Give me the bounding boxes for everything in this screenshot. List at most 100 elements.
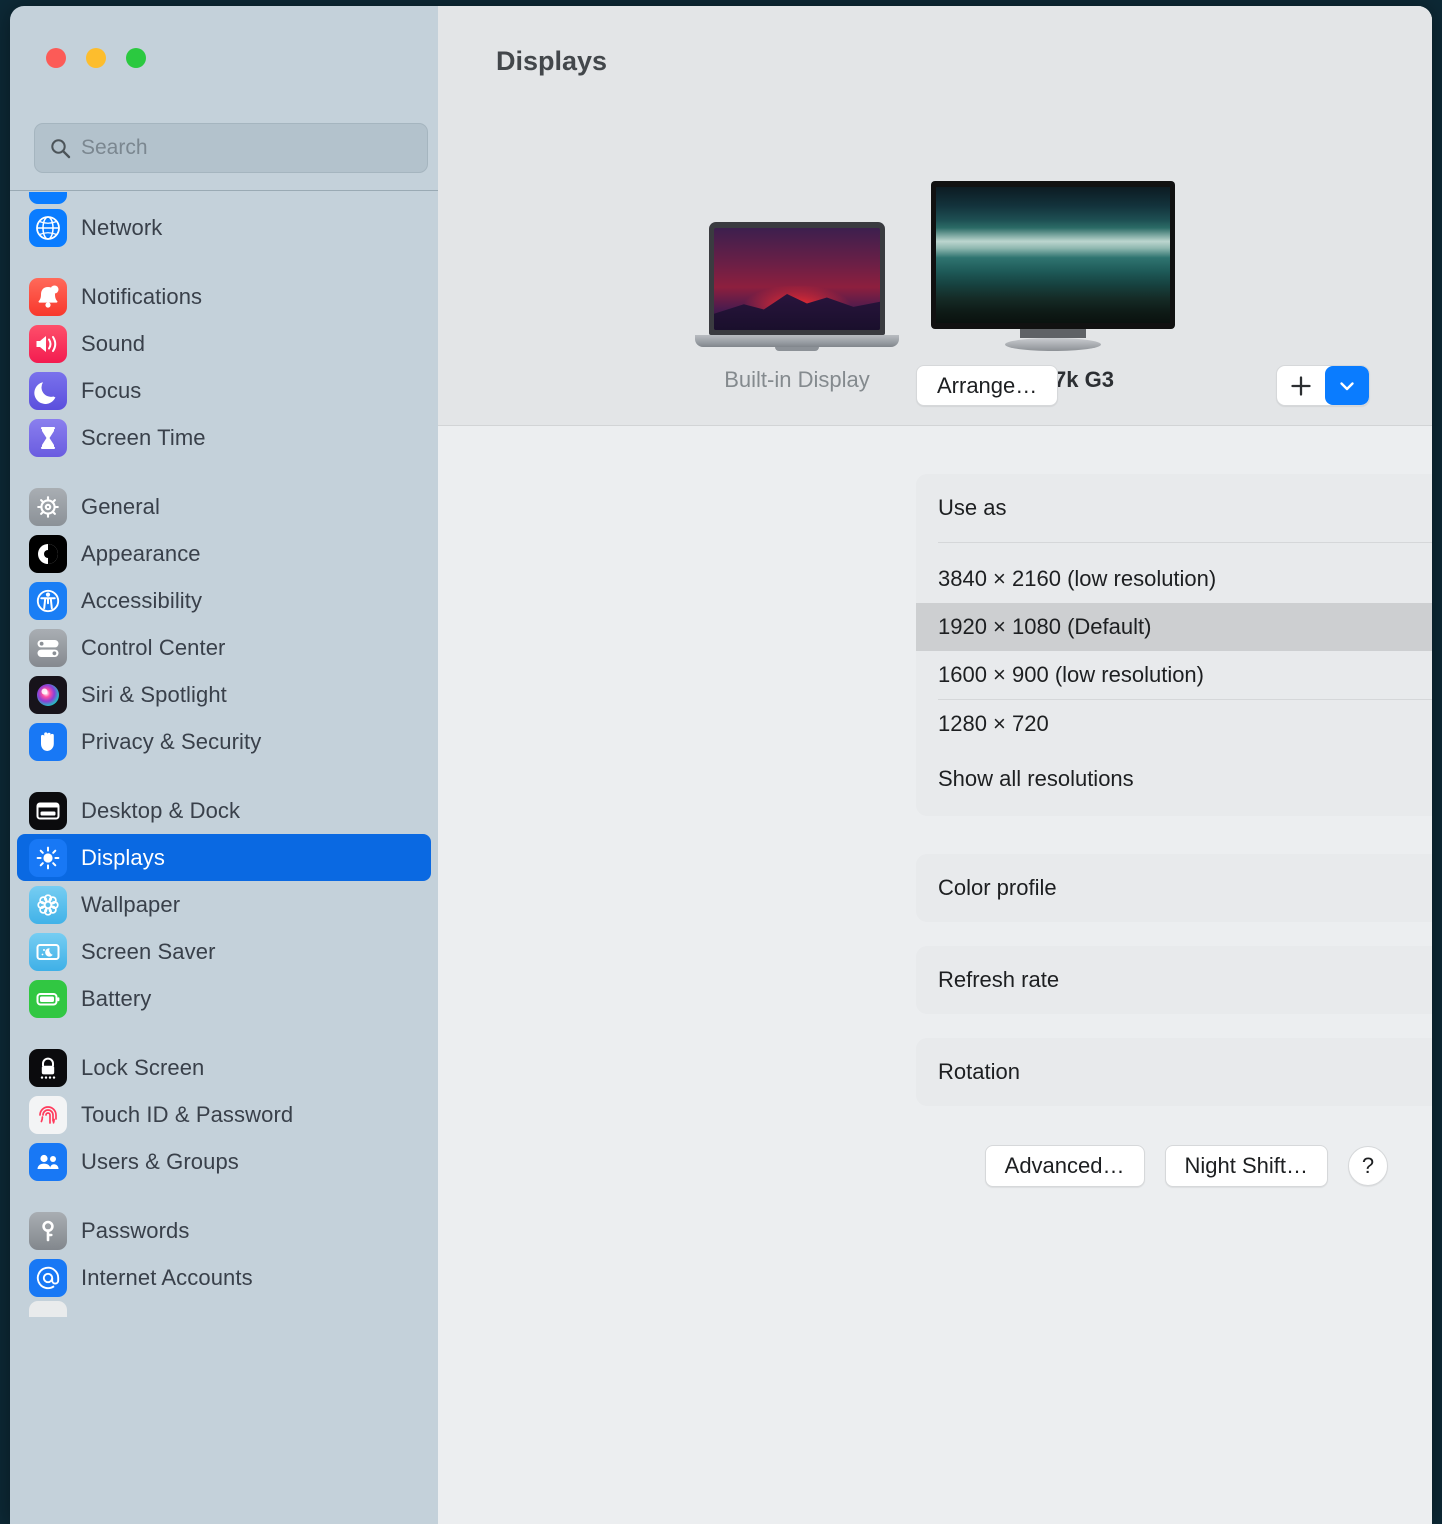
sidebar-item-users-groups[interactable]: Users & Groups bbox=[17, 1138, 431, 1185]
laptop-base bbox=[695, 335, 899, 347]
at-icon bbox=[29, 1258, 67, 1297]
rotation-panel: Rotation Standard bbox=[916, 1038, 1432, 1106]
sidebar-item-desktop-dock[interactable]: Desktop & Dock bbox=[17, 787, 431, 834]
sidebar-group-separator bbox=[10, 251, 438, 273]
sidebar-item-focus[interactable]: Focus bbox=[17, 367, 431, 414]
sidebar-item-wallpaper[interactable]: Wallpaper bbox=[17, 881, 431, 928]
use-as-row[interactable]: Use as Extended display bbox=[916, 474, 1432, 542]
settings-nav-list[interactable]: Network Notifications Sound Focus Screen… bbox=[10, 192, 438, 1524]
sidebar-item-notifications[interactable]: Notifications bbox=[17, 273, 431, 320]
sidebar-item-label: Network bbox=[81, 214, 163, 240]
minimize-button[interactable] bbox=[86, 48, 106, 68]
sidebar-item-label: Appearance bbox=[81, 540, 201, 566]
add-display-group[interactable] bbox=[1276, 365, 1370, 406]
use-as-label: Use as bbox=[938, 495, 1007, 520]
arrange-button[interactable]: Arrange… bbox=[916, 365, 1059, 406]
sidebar-item-sound[interactable]: Sound bbox=[17, 320, 431, 367]
sidebar-item-label: Touch ID & Password bbox=[81, 1101, 294, 1127]
display-builtin[interactable]: Built-in Display bbox=[695, 222, 899, 393]
sidebar-item-privacy-security[interactable]: Privacy & Security bbox=[17, 718, 431, 765]
siri-icon bbox=[29, 675, 67, 714]
sidebar-item-general[interactable]: General bbox=[17, 483, 431, 530]
resolution-option-selected[interactable]: 1920 × 1080 (Default) bbox=[916, 603, 1432, 651]
sidebar-item-label: Control Center bbox=[81, 634, 226, 660]
sidebar-item-label: Users & Groups bbox=[81, 1148, 239, 1174]
sidebar: Search Network Notifications Sound Focus… bbox=[10, 6, 438, 1524]
sidebar-item-label: Screen Saver bbox=[81, 938, 216, 964]
speaker-icon bbox=[29, 324, 67, 363]
sidebar-item-lock-screen[interactable]: Lock Screen bbox=[17, 1044, 431, 1091]
sidebar-item-partial-top[interactable] bbox=[29, 192, 438, 204]
users-icon bbox=[29, 1142, 67, 1181]
search-placeholder: Search bbox=[81, 136, 148, 159]
advanced-button[interactable]: Advanced… bbox=[984, 1145, 1145, 1187]
sidebar-item-label: Wallpaper bbox=[81, 891, 181, 917]
key-icon bbox=[29, 1211, 67, 1250]
display-thumbnails: Built-in Display HP Z27k G3 bbox=[438, 181, 1432, 393]
sidebar-item-screen-time[interactable]: Screen Time bbox=[17, 414, 431, 461]
refresh-rate-row[interactable]: Refresh rate 30 Hertz bbox=[916, 946, 1432, 1014]
sidebar-item-label: Sound bbox=[81, 330, 146, 356]
show-all-resolutions-label: Show all resolutions bbox=[938, 766, 1134, 791]
accessibility-icon bbox=[29, 581, 67, 620]
resolution-option[interactable]: 3840 × 2160 (low resolution) bbox=[916, 555, 1432, 603]
search-icon bbox=[49, 137, 71, 159]
page-title: Displays bbox=[496, 46, 608, 76]
sidebar-item-touch-id[interactable]: Touch ID & Password bbox=[17, 1091, 431, 1138]
globe-icon bbox=[29, 208, 67, 247]
sidebar-item-label: Displays bbox=[81, 844, 165, 870]
laptop-notch bbox=[775, 347, 819, 351]
sidebar-item-control-center[interactable]: Control Center bbox=[17, 624, 431, 671]
laptop-screen bbox=[709, 222, 885, 335]
window-controls bbox=[46, 48, 146, 68]
hand-icon bbox=[29, 722, 67, 761]
lock-icon bbox=[29, 1048, 67, 1087]
help-button[interactable]: ? bbox=[1348, 1146, 1388, 1186]
color-profile-row[interactable]: Color profile HP Z27k G3 bbox=[916, 854, 1432, 922]
bell-icon bbox=[29, 277, 67, 316]
chevron-down-icon[interactable] bbox=[1325, 366, 1369, 405]
sidebar-item-label: Internet Accounts bbox=[81, 1264, 253, 1290]
sidebar-item-label: Passwords bbox=[81, 1217, 190, 1243]
search-field[interactable]: Search bbox=[34, 123, 428, 173]
rotation-row[interactable]: Rotation Standard bbox=[916, 1038, 1432, 1106]
sidebar-item-displays[interactable]: Displays bbox=[17, 834, 431, 881]
main-content: Displays Built-in Display G3 Arrange… Us… bbox=[438, 6, 1432, 1524]
color-profile-panel: Color profile HP Z27k G3 bbox=[916, 854, 1432, 922]
sidebar-item-network[interactable]: Network bbox=[17, 204, 431, 251]
sidebar-group-separator bbox=[10, 1022, 438, 1044]
night-shift-button[interactable]: Night Shift… bbox=[1164, 1145, 1328, 1187]
sliders-icon bbox=[29, 628, 67, 667]
monitor-screen bbox=[931, 181, 1175, 329]
flower-icon bbox=[29, 885, 67, 924]
resolution-panel: Use as Extended display 3840 × 2160 (low… bbox=[916, 474, 1432, 816]
add-display-button[interactable] bbox=[1277, 366, 1325, 405]
monitor-stand-base bbox=[1005, 338, 1101, 351]
gear-icon bbox=[29, 487, 67, 526]
sidebar-item-siri-spotlight[interactable]: Siri & Spotlight bbox=[17, 671, 431, 718]
sidebar-item-label: Notifications bbox=[81, 283, 203, 309]
sidebar-item-battery[interactable]: Battery bbox=[17, 975, 431, 1022]
display-hp-z27k-g3[interactable]: HP Z27k G3 bbox=[931, 181, 1175, 393]
resolution-option[interactable]: 1600 × 900 (low resolution) bbox=[916, 651, 1432, 699]
brightness-icon bbox=[29, 838, 67, 877]
zoom-button[interactable] bbox=[126, 48, 146, 68]
sidebar-item-screen-saver[interactable]: Screen Saver bbox=[17, 928, 431, 975]
refresh-rate-label: Refresh rate bbox=[938, 967, 1060, 992]
rotation-label: Rotation bbox=[938, 1059, 1020, 1084]
sidebar-item-accessibility[interactable]: Accessibility bbox=[17, 577, 431, 624]
sidebar-item-label: Accessibility bbox=[81, 587, 203, 613]
sidebar-item-passwords[interactable]: Passwords bbox=[17, 1207, 431, 1254]
moon-icon bbox=[29, 371, 67, 410]
monitor-thumbnail bbox=[931, 181, 1175, 351]
close-button[interactable] bbox=[46, 48, 66, 68]
sidebar-item-internet-accounts[interactable]: Internet Accounts bbox=[17, 1254, 431, 1301]
sidebar-item-label: Screen Time bbox=[81, 424, 206, 450]
sidebar-item-partial-bottom[interactable] bbox=[29, 1301, 438, 1317]
sidebar-item-appearance[interactable]: Appearance bbox=[17, 530, 431, 577]
hourglass-icon bbox=[29, 418, 67, 457]
color-profile-label: Color profile bbox=[938, 875, 1057, 900]
resolution-option[interactable]: 1280 × 720 bbox=[916, 700, 1432, 748]
sidebar-group-separator bbox=[10, 765, 438, 787]
show-all-resolutions-row[interactable]: Show all resolutions bbox=[916, 748, 1432, 810]
